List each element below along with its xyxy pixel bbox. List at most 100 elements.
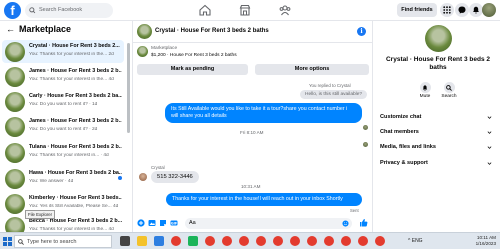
incoming-message[interactable]: 515 322-3446 <box>151 171 199 183</box>
notifications-button[interactable] <box>469 3 483 17</box>
taskbar-clock[interactable]: 10:11 AM 1/16/2023 <box>470 235 496 247</box>
chevron-down-icon <box>487 131 492 134</box>
chrome-icon[interactable] <box>375 236 385 246</box>
chrome-icon[interactable] <box>171 236 181 246</box>
search-icon <box>446 84 452 91</box>
outgoing-message[interactable]: Thanks for your interest in the house!I … <box>166 193 362 206</box>
contact-name: Crystal · House For Rent 3 beds 2 baths <box>385 56 491 71</box>
bell-icon <box>422 84 428 91</box>
conversation-item[interactable]: James · House For Rent 3 beds 2 b... You… <box>2 65 124 88</box>
search-icon <box>18 239 24 245</box>
conversation-item[interactable]: Hawa · House For Rent 3 beds 2 ba... You… <box>2 167 124 190</box>
thumbs-up-icon[interactable] <box>359 218 368 227</box>
quoted-message[interactable]: Hello, is this still available? <box>300 90 368 99</box>
conversation-item[interactable]: Crystal · House For Rent 3 beds 2... You… <box>2 40 124 63</box>
menu-button[interactable] <box>440 3 454 17</box>
chrome-icon[interactable] <box>324 236 334 246</box>
photo-icon[interactable] <box>148 219 156 227</box>
listing-thumbnail <box>5 194 25 214</box>
message-input-text: Aa <box>189 220 196 226</box>
sidebar-scrollbar[interactable] <box>127 43 130 133</box>
message-input[interactable]: Aa <box>185 218 352 229</box>
conversation-item[interactable]: Becca · House For Rent 3 beds 2 b... You… <box>2 215 124 232</box>
customize-chat-row[interactable]: Customize chat <box>380 114 494 120</box>
conversation-title: Tulana · House For Rent 3 beds 2 b... <box>29 144 122 150</box>
contact-avatar[interactable] <box>425 25 452 52</box>
listing-thumbnail <box>5 169 25 189</box>
profile-avatar[interactable] <box>482 3 496 17</box>
taskbar-app-icon[interactable] <box>154 236 164 246</box>
back-arrow-icon[interactable]: ← <box>6 24 15 34</box>
seen-avatar <box>363 125 368 130</box>
info-icon[interactable]: i <box>357 27 366 36</box>
messenger-button[interactable] <box>455 3 469 17</box>
chrome-icon[interactable] <box>222 236 232 246</box>
grid-menu-icon <box>443 6 451 14</box>
file-explorer-icon[interactable] <box>137 236 147 246</box>
sender-avatar[interactable] <box>139 173 147 181</box>
mute-button[interactable]: Mute <box>413 82 437 99</box>
find-friends-button[interactable]: Find friends <box>397 3 437 17</box>
chrome-icon[interactable] <box>341 236 351 246</box>
row-label: Chat members <box>380 129 419 135</box>
listing-thumbnail <box>5 217 25 232</box>
more-options-button[interactable]: More options <box>255 64 369 75</box>
windows-taskbar: Type here to search ^ ENG 10:11 AM 1/16/… <box>0 232 500 249</box>
chat-title[interactable]: Crystal · House For Rent 3 beds 2 baths <box>155 28 269 34</box>
conversation-title: Kimberley · House For Rent 3 beds... <box>29 195 122 201</box>
emoji-icon[interactable] <box>342 220 349 227</box>
unread-dot <box>118 176 122 180</box>
facebook-logo[interactable]: f <box>4 2 21 19</box>
plus-icon[interactable] <box>137 219 145 227</box>
outgoing-message[interactable]: Its Still Available would you like to ta… <box>165 103 362 123</box>
mark-as-pending-button[interactable]: Mark as pending <box>137 64 248 75</box>
listing-thumbnail <box>5 143 25 163</box>
conversation-title: Crystal · House For Rent 3 beds 2... <box>29 43 120 49</box>
conversation-item[interactable]: James · House For Rent 3 beds 2 b... You… <box>2 115 124 138</box>
conversation-snippet: You: Yes its Still Available, Please Se.… <box>29 204 119 209</box>
chat-avatar[interactable] <box>137 24 152 39</box>
chat-details-panel: Crystal · House For Rent 3 beds 2 baths … <box>372 21 500 232</box>
media-files-links-row[interactable]: Media, files and links <box>380 144 494 150</box>
gif-icon[interactable]: GIF <box>170 219 178 227</box>
home-icon[interactable] <box>199 4 211 16</box>
groups-icon[interactable] <box>279 4 291 16</box>
conversation-snippet: You: Do you want to rent it? · 1d <box>29 102 98 107</box>
chrome-icon[interactable] <box>205 236 215 246</box>
bell-icon <box>473 6 479 14</box>
chat-header: Crystal · House For Rent 3 beds 2 baths … <box>133 21 372 43</box>
listing-price[interactable]: $1,200 · House For Rent 3 beds 2 baths <box>151 53 237 58</box>
chrome-icon[interactable] <box>290 236 300 246</box>
listing-thumbnail <box>5 117 25 137</box>
search-label: Search <box>441 94 457 99</box>
conversation-snippet: You: Do you want to rent it? · 2d <box>29 127 98 132</box>
chrome-icon[interactable] <box>358 236 368 246</box>
search-icon <box>29 7 36 14</box>
windows-start-icon[interactable] <box>3 237 12 246</box>
task-view-icon[interactable] <box>120 236 130 246</box>
listing-thumbnail[interactable] <box>137 46 148 57</box>
chat-members-row[interactable]: Chat members <box>380 129 494 135</box>
system-tray[interactable]: ^ ENG <box>408 238 423 244</box>
conversation-item[interactable]: Kimberley · House For Rent 3 beds... You… <box>2 192 124 215</box>
chevron-down-icon <box>487 116 492 119</box>
taskbar-search-input[interactable]: Type here to search <box>14 235 112 248</box>
row-label: Privacy & support <box>380 160 428 166</box>
search-input[interactable]: Search Facebook <box>25 3 113 18</box>
search-conversation-button[interactable]: Search <box>437 82 461 99</box>
conversation-item[interactable]: Tulana · House For Rent 3 beds 2 b... Yo… <box>2 141 124 164</box>
row-label: Media, files and links <box>380 144 436 150</box>
privacy-support-row[interactable]: Privacy & support <box>380 160 494 166</box>
chrome-icon[interactable] <box>239 236 249 246</box>
marketplace-icon[interactable] <box>239 4 251 16</box>
chrome-icon[interactable] <box>273 236 283 246</box>
sticker-icon[interactable] <box>159 219 167 227</box>
conversation-snippet: You: Thanks for your interest in the... … <box>29 52 114 57</box>
chrome-icon[interactable] <box>307 236 317 246</box>
marketplace-label: Marketplace <box>151 46 178 51</box>
taskbar-app-icon[interactable] <box>188 236 198 246</box>
conversation-snippet: You: We answer · 4d <box>29 179 74 184</box>
conversation-item[interactable]: Carly · House For Rent 3 beds 2 ba... Yo… <box>2 90 124 113</box>
sent-status: Sent <box>350 208 359 213</box>
chrome-icon[interactable] <box>256 236 266 246</box>
